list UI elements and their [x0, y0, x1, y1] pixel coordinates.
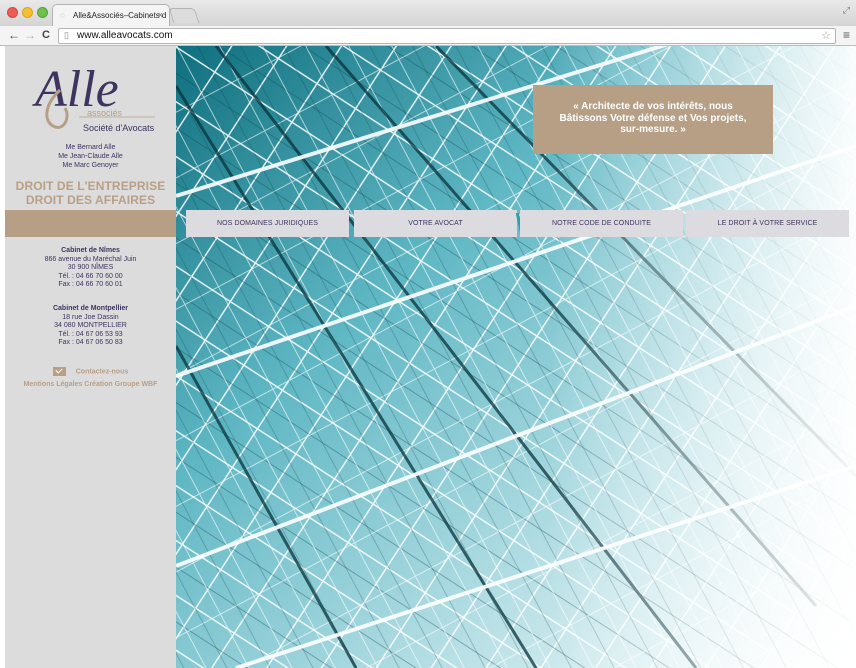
window-minimize-button[interactable] — [22, 7, 33, 18]
tagline-line: DROIT DES AFFAIRES — [25, 193, 156, 207]
arrow-right-icon[interactable]: → — [24, 28, 36, 42]
window-maximize-button[interactable] — [37, 7, 48, 18]
tagline-line: DROIT DE L'ENTREPRISE — [15, 179, 166, 193]
favicon-icon: ◌ — [60, 11, 65, 20]
contact-label: Contactez-nous — [75, 368, 129, 376]
office-line: Tél. : 04 67 06 53 93 — [58, 330, 123, 338]
tab-title: Alle&Associés–Cabinets d — [73, 11, 167, 20]
quote-line: « Architecte de vos intérêts, nous — [573, 101, 733, 112]
office-montpellier: Cabinet de Montpellier 18 rue Joe Dassin… — [5, 305, 176, 348]
quote-line: Bâtissons Votre défense et Vos projets, — [559, 112, 747, 124]
accent-band — [5, 210, 176, 237]
quote-line: sur-mesure. » — [620, 124, 686, 135]
nav-item-code-de-conduite[interactable]: NOTRE CODE DE CONDUITE — [520, 210, 683, 237]
arrow-left-icon[interactable]: ← — [8, 28, 20, 42]
nav-item-votre-avocat[interactable]: VOTRE AVOCAT — [354, 210, 517, 237]
reload-icon[interactable]: C — [42, 29, 50, 41]
star-icon[interactable]: ☆ — [821, 29, 831, 42]
credit-link[interactable]: Création Groupe WBF — [84, 381, 157, 388]
address-bar[interactable]: ▯ www.alleavocats.com ☆ — [58, 28, 836, 44]
main-nav: NOS DOMAINES JURIDIQUES VOTRE AVOCAT NOT… — [186, 210, 849, 237]
hero-quote: « Architecte de vos intérêts, nous Bâtis… — [533, 85, 773, 154]
sidebar: Alle associés Société d'Avocats Me Berna… — [5, 46, 176, 668]
office-line: 30 900 NÎMES — [67, 264, 114, 271]
office-title: Cabinet de Nîmes — [61, 247, 120, 254]
footer-links: Mentions Légales Création Groupe WBF — [5, 381, 176, 388]
office-line: Fax : 04 67 06 50 83 — [58, 339, 123, 346]
nav-item-droit-a-votre-service[interactable]: LE DROIT À VOTRE SERVICE — [686, 210, 849, 237]
tab-close-icon[interactable]: × — [158, 10, 163, 20]
practice-tagline: DROIT DE L'ENTREPRISE DROIT DES AFFAIRES — [5, 179, 176, 207]
mail-icon — [52, 367, 66, 376]
partners-list: Me Bernard Alle Me Jean-Claude Alle Me M… — [5, 143, 176, 170]
office-line: 18 rue Joe Dassin — [62, 313, 119, 321]
browser-tab[interactable]: ◌ Alle&Associés–Cabinets d × — [52, 4, 170, 26]
office-nimes: Cabinet de Nîmes 866 avenue du Maréchal … — [5, 247, 176, 290]
new-tab-button[interactable] — [168, 8, 200, 23]
hamburger-menu-icon[interactable]: ≡ — [843, 28, 850, 42]
window-close-button[interactable] — [7, 7, 18, 18]
partner-name: Me Jean-Claude Alle — [58, 153, 123, 160]
url-text: www.alleavocats.com — [77, 30, 173, 41]
browser-toolbar: ← → C ▯ www.alleavocats.com ☆ ≡ — [0, 26, 856, 46]
office-title: Cabinet de Montpellier — [52, 305, 129, 312]
nav-item-domaines-juridiques[interactable]: NOS DOMAINES JURIDIQUES — [186, 210, 349, 237]
office-line: 866 avenue du Maréchal Juin — [44, 255, 137, 263]
partner-name: Me Bernard Alle — [65, 144, 116, 151]
office-line: Fax : 04 66 70 60 01 — [58, 281, 123, 288]
office-line: Tél. : 04 66 70 60 00 — [58, 272, 123, 280]
firm-logo[interactable]: Alle associés Société d'Avocats — [5, 54, 176, 140]
fullscreen-icon[interactable]: ⤢ — [843, 5, 850, 16]
web-page: Alle associés Société d'Avocats Me Berna… — [0, 46, 856, 668]
page-icon: ▯ — [64, 30, 69, 40]
browser-titlebar: ◌ Alle&Associés–Cabinets d × ⤢ — [0, 0, 856, 26]
logo-associes: associés — [87, 108, 123, 118]
contact-link[interactable]: Contactez-nous — [5, 367, 176, 376]
logo-societe: Société d'Avocats — [83, 123, 155, 133]
office-line: 34 080 MONTPELLIER — [54, 322, 127, 329]
legal-notice-link[interactable]: Mentions Légales — [24, 381, 83, 388]
partner-name: Me Marc Genoyer — [62, 162, 119, 169]
